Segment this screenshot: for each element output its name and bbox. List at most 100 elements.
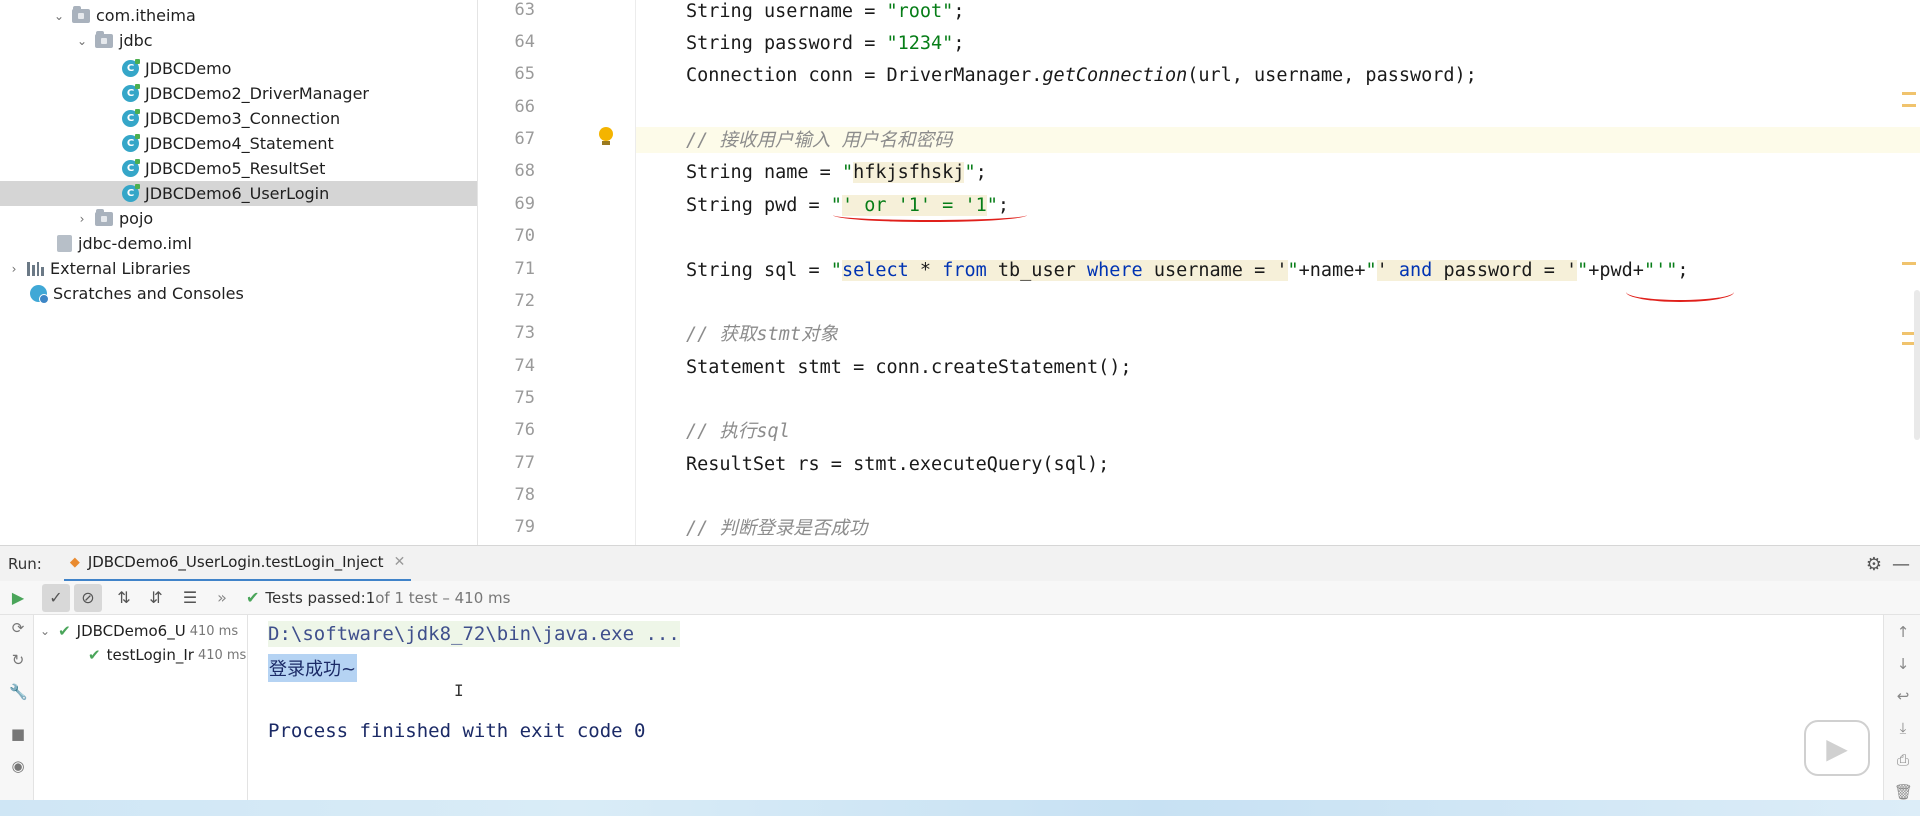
test-suite-row[interactable]: ⌄ ✔ JDBCDemo6_U 410 ms [40, 619, 238, 643]
tree-item-label: Scratches and Consoles [53, 284, 244, 303]
wrench-icon[interactable]: 🔧 [9, 683, 28, 701]
scratches-icon [30, 285, 49, 304]
package-icon [95, 208, 113, 226]
scroll-marker[interactable] [1902, 104, 1916, 107]
tree-item-label: JDBCDemo3_Connection [145, 109, 341, 128]
code-line-64: String password = "1234"; [686, 33, 965, 54]
java-class-icon: C [122, 159, 140, 177]
line-number: 70 [514, 226, 535, 246]
code-editor[interactable]: String username = "root"; String passwor… [636, 0, 1920, 545]
tree-item-com-itheima[interactable]: ⌄ com.itheima [0, 3, 477, 28]
line-number: 64 [514, 32, 535, 52]
chevron-down-icon[interactable]: ⌄ [40, 624, 50, 638]
lightbulb-icon[interactable] [599, 127, 613, 145]
test-case-row[interactable]: ✔ testLogin_Ir 410 ms [88, 643, 246, 667]
rerun-failed-icon[interactable]: ⟳ [9, 619, 27, 637]
line-number: 73 [514, 323, 535, 343]
line-number: 65 [514, 64, 535, 84]
tree-item-external-libraries[interactable]: › External Libraries [0, 256, 477, 281]
code-line-76: // 执行sql [686, 421, 790, 442]
tree-item-pojo[interactable]: › pojo [0, 206, 477, 231]
tree-item-jdbcdemo2[interactable]: C JDBCDemo2_DriverManager [0, 81, 477, 106]
sort-duration-icon[interactable]: ⇵ [142, 584, 170, 612]
show-ignored-icon[interactable]: ⊘ [74, 583, 102, 612]
tree-item-iml[interactable]: jdbc-demo.iml [0, 231, 477, 256]
tree-item-jdbcdemo4[interactable]: C JDBCDemo4_Statement [0, 131, 477, 156]
scroll-to-end-icon[interactable]: ⤓ [1894, 719, 1912, 737]
test-config-icon: ◆ [69, 554, 80, 570]
code-line-77: ResultSet rs = stmt.executeQuery(sql); [686, 454, 1110, 475]
gear-icon[interactable]: ⚙ [1866, 554, 1882, 575]
tree-item-label: jdbc-demo.iml [78, 234, 192, 253]
toggle-auto-test-icon[interactable]: ↻ [9, 651, 27, 669]
check-icon: ✔ [88, 646, 101, 664]
tree-item-jdbc[interactable]: ⌄ jdbc [0, 28, 477, 53]
trash-icon[interactable]: 🗑 [1894, 783, 1913, 801]
console-command-line: D:\software\jdk8_72\bin\java.exe ... [268, 621, 680, 647]
stop-icon[interactable]: ■ [9, 725, 27, 743]
project-tree: ⌄ com.itheima ⌄ jdbc C JDBCDemo C JDBCDe… [0, 0, 478, 545]
line-number: 79 [514, 517, 535, 537]
java-class-icon: C [122, 109, 140, 127]
tree-item-jdbcdemo[interactable]: C JDBCDemo [0, 56, 477, 81]
line-number: 63 [514, 0, 535, 20]
line-number: 69 [514, 194, 535, 214]
scroll-marker[interactable] [1902, 92, 1916, 95]
tree-item-label: External Libraries [50, 259, 191, 278]
print-icon[interactable]: ⎙ [1894, 751, 1912, 769]
tree-item-label: JDBCDemo2_DriverManager [145, 84, 369, 103]
close-icon[interactable]: ✕ [394, 554, 406, 570]
console-output[interactable]: D:\software\jdk8_72\bin\java.exe ... 登录成… [248, 615, 1883, 816]
chevron-right-icon[interactable]: › [75, 212, 89, 226]
line-number: 76 [514, 420, 535, 440]
tree-item-label: JDBCDemo [145, 59, 232, 78]
line-number: 71 [514, 259, 535, 279]
tree-item-jdbcdemo5[interactable]: C JDBCDemo5_ResultSet [0, 156, 477, 181]
sort-alpha-icon[interactable]: ⇅ [110, 584, 138, 612]
scroll-marker[interactable] [1902, 262, 1916, 265]
code-line-65: Connection conn = DriverManager.getConne… [686, 65, 1477, 86]
console-exit-message: Process finished with exit code 0 [268, 720, 646, 742]
line-number: 67 [514, 129, 535, 149]
run-tab-title: JDBCDemo6_UserLogin.testLogin_Inject [87, 553, 384, 571]
package-icon [95, 30, 113, 48]
java-class-icon: C [122, 59, 140, 77]
line-number: 77 [514, 453, 535, 473]
annotation-underline [833, 208, 1027, 222]
chevron-right-icon[interactable]: › [7, 262, 21, 276]
arrow-up-icon[interactable]: ↑ [1894, 623, 1912, 641]
test-status: ✔ Tests passed: 1 of 1 test – 410 ms [246, 588, 511, 607]
tree-item-scratches[interactable]: Scratches and Consoles [0, 281, 477, 306]
show-passed-icon[interactable]: ✓ [42, 583, 70, 612]
minimize-icon[interactable]: — [1892, 554, 1910, 575]
java-class-icon: C [122, 84, 140, 102]
line-number: 68 [514, 161, 535, 181]
line-number: 66 [514, 97, 535, 117]
java-class-icon: C [122, 134, 140, 152]
check-icon: ✔ [246, 588, 260, 607]
video-play-icon[interactable]: ▶ [1804, 720, 1870, 776]
code-line-74: Statement stmt = conn.createStatement(); [686, 357, 1132, 378]
soft-wrap-icon[interactable]: ↩ [1894, 687, 1912, 705]
rerun-icon[interactable]: ▶ [4, 584, 32, 612]
code-line-63: String username = "root"; [686, 1, 965, 22]
more-icon[interactable]: » [208, 584, 236, 612]
console-program-output: 登录成功~ [268, 654, 358, 682]
decorative-wave [0, 800, 1920, 816]
expand-all-icon[interactable]: ☰ [176, 584, 204, 612]
tree-item-jdbcdemo6[interactable]: C JDBCDemo6_UserLogin [0, 181, 477, 206]
line-number: 74 [514, 356, 535, 376]
code-line-68: String name = "hfkjsfhskj"; [686, 162, 987, 183]
chevron-down-icon[interactable]: ⌄ [52, 9, 66, 23]
tree-item-label: pojo [119, 209, 154, 228]
libraries-icon [27, 261, 44, 276]
run-config-tab[interactable]: ◆ JDBCDemo6_UserLogin.testLogin_Inject ✕ [63, 546, 412, 582]
chevron-down-icon[interactable]: ⌄ [75, 34, 89, 48]
editor-scrollbar[interactable] [1914, 290, 1920, 440]
console-side-toolbar: ↑ ↓ ↩ ⤓ ⎙ 🗑 [1883, 615, 1920, 816]
tree-item-jdbcdemo3[interactable]: C JDBCDemo3_Connection [0, 106, 477, 131]
arrow-down-icon[interactable]: ↓ [1894, 655, 1912, 673]
camera-icon[interactable]: ◉ [9, 757, 27, 775]
run-label: Run: [8, 554, 42, 573]
test-results-tree: ⌄ ✔ JDBCDemo6_U 410 ms ✔ testLogin_Ir 41… [34, 615, 248, 816]
